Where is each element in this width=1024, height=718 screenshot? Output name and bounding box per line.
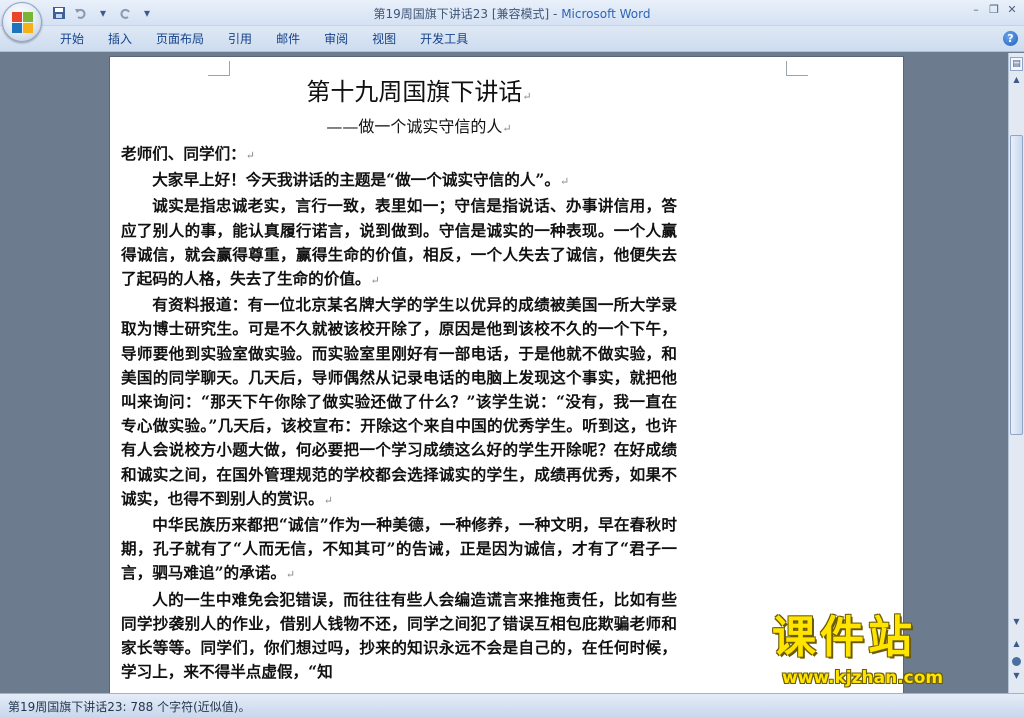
paragraph-mark: ↵ <box>559 175 570 189</box>
office-logo-icon <box>12 12 34 34</box>
tab-insert[interactable]: 插入 <box>96 30 144 48</box>
minimize-button[interactable]: – <box>968 3 984 17</box>
close-button[interactable]: ✕ <box>1004 3 1020 17</box>
app-name: Microsoft Word <box>561 7 651 21</box>
scroll-thumb[interactable] <box>1010 135 1023 435</box>
watermark-title: 课件站 <box>772 612 916 663</box>
tab-references[interactable]: 引用 <box>216 30 264 48</box>
paragraph-mark: ↵ <box>502 122 512 135</box>
tab-review[interactable]: 审阅 <box>312 30 360 48</box>
body-paragraph: 诚实是指忠诚老实，言行一致，表里如一；守信是指说话、办事讲信用，答应了别人的事，… <box>121 196 677 289</box>
status-text: 第19周国旗下讲话23: 788 个字符(近似值)。 <box>8 700 251 714</box>
document-heading: 第十九周国旗下讲话↵ <box>306 78 532 106</box>
watermark: 课件站 www.kjzhan.com <box>772 612 1012 696</box>
tab-developer[interactable]: 开发工具 <box>408 30 480 48</box>
tab-home[interactable]: 开始 <box>48 30 96 48</box>
document-subtitle: ——做一个诚实守信的人↵ <box>326 117 512 136</box>
tab-mailings[interactable]: 邮件 <box>264 30 312 48</box>
title-bar: ▾ ▾ 第19周国旗下讲话23 [兼容模式] - Microsoft Word … <box>0 0 1024 26</box>
paragraph-mark: ↵ <box>370 274 380 288</box>
body-paragraph: 大家早上好！今天我讲话的主题是“做一个诚实守信的人”。↵ <box>152 170 570 190</box>
tab-view[interactable]: 视图 <box>360 30 408 48</box>
greeting-paragraph: 老师们、同学们：↵ <box>121 144 255 163</box>
office-button[interactable] <box>2 2 42 42</box>
help-icon[interactable]: ? <box>1003 31 1018 46</box>
page-corner-mark <box>786 61 808 76</box>
document-workspace[interactable]: 第十九周国旗下讲话↵ ——做一个诚实守信的人↵ 老师们、同学们：↵ 大家早上好！… <box>0 53 1008 693</box>
paragraph-mark: ↵ <box>323 493 333 507</box>
body-paragraph: 有资料报道：有一位北京某名牌大学的学生以优异的成绩被美国一所大学录取为博士研究生… <box>121 295 677 508</box>
watermark-url: www.kjzhan.com <box>782 668 944 688</box>
paragraph-mark: ↵ <box>245 149 255 162</box>
ribbon: 开始 插入 页面布局 引用 邮件 审阅 视图 开发工具 ? <box>0 26 1024 52</box>
paragraph-mark: ↵ <box>522 90 532 103</box>
browse-object-icon[interactable] <box>1012 657 1021 666</box>
tab-page-layout[interactable]: 页面布局 <box>144 30 216 48</box>
body-paragraph: 中华民族历来都把“诚信”作为一种美德，一种修养，一种文明，早在春秋时期，孔子就有… <box>121 515 677 583</box>
view-ruler-icon[interactable]: ▤ <box>1010 57 1023 71</box>
restore-button[interactable]: ❐ <box>986 3 1002 17</box>
document-title: 第19周国旗下讲话23 [兼容模式] - <box>373 7 562 21</box>
ribbon-tabs: 开始 插入 页面布局 引用 邮件 审阅 视图 开发工具 <box>48 30 480 48</box>
window-title: 第19周国旗下讲话23 [兼容模式] - Microsoft Word <box>0 5 1024 22</box>
document-body[interactable]: 第十九周国旗下讲话↵ ——做一个诚实守信的人↵ 老师们、同学们：↵ 大家早上好！… <box>121 75 677 684</box>
window-controls: – ❐ ✕ <box>968 3 1020 17</box>
page-corner-mark <box>208 61 230 76</box>
status-bar: 第19周国旗下讲话23: 788 个字符(近似值)。 <box>0 693 1024 718</box>
vertical-scrollbar[interactable]: ▤ ▲ ▼ ▲ ▼ <box>1008 53 1024 693</box>
body-paragraph: 人的一生中难免会犯错误，而往往有些人会编造谎言来推拖责任，比如有些同学抄袭别人的… <box>121 589 677 682</box>
scroll-up-icon[interactable]: ▲ <box>1010 75 1023 89</box>
paragraph-mark: ↵ <box>285 568 296 582</box>
